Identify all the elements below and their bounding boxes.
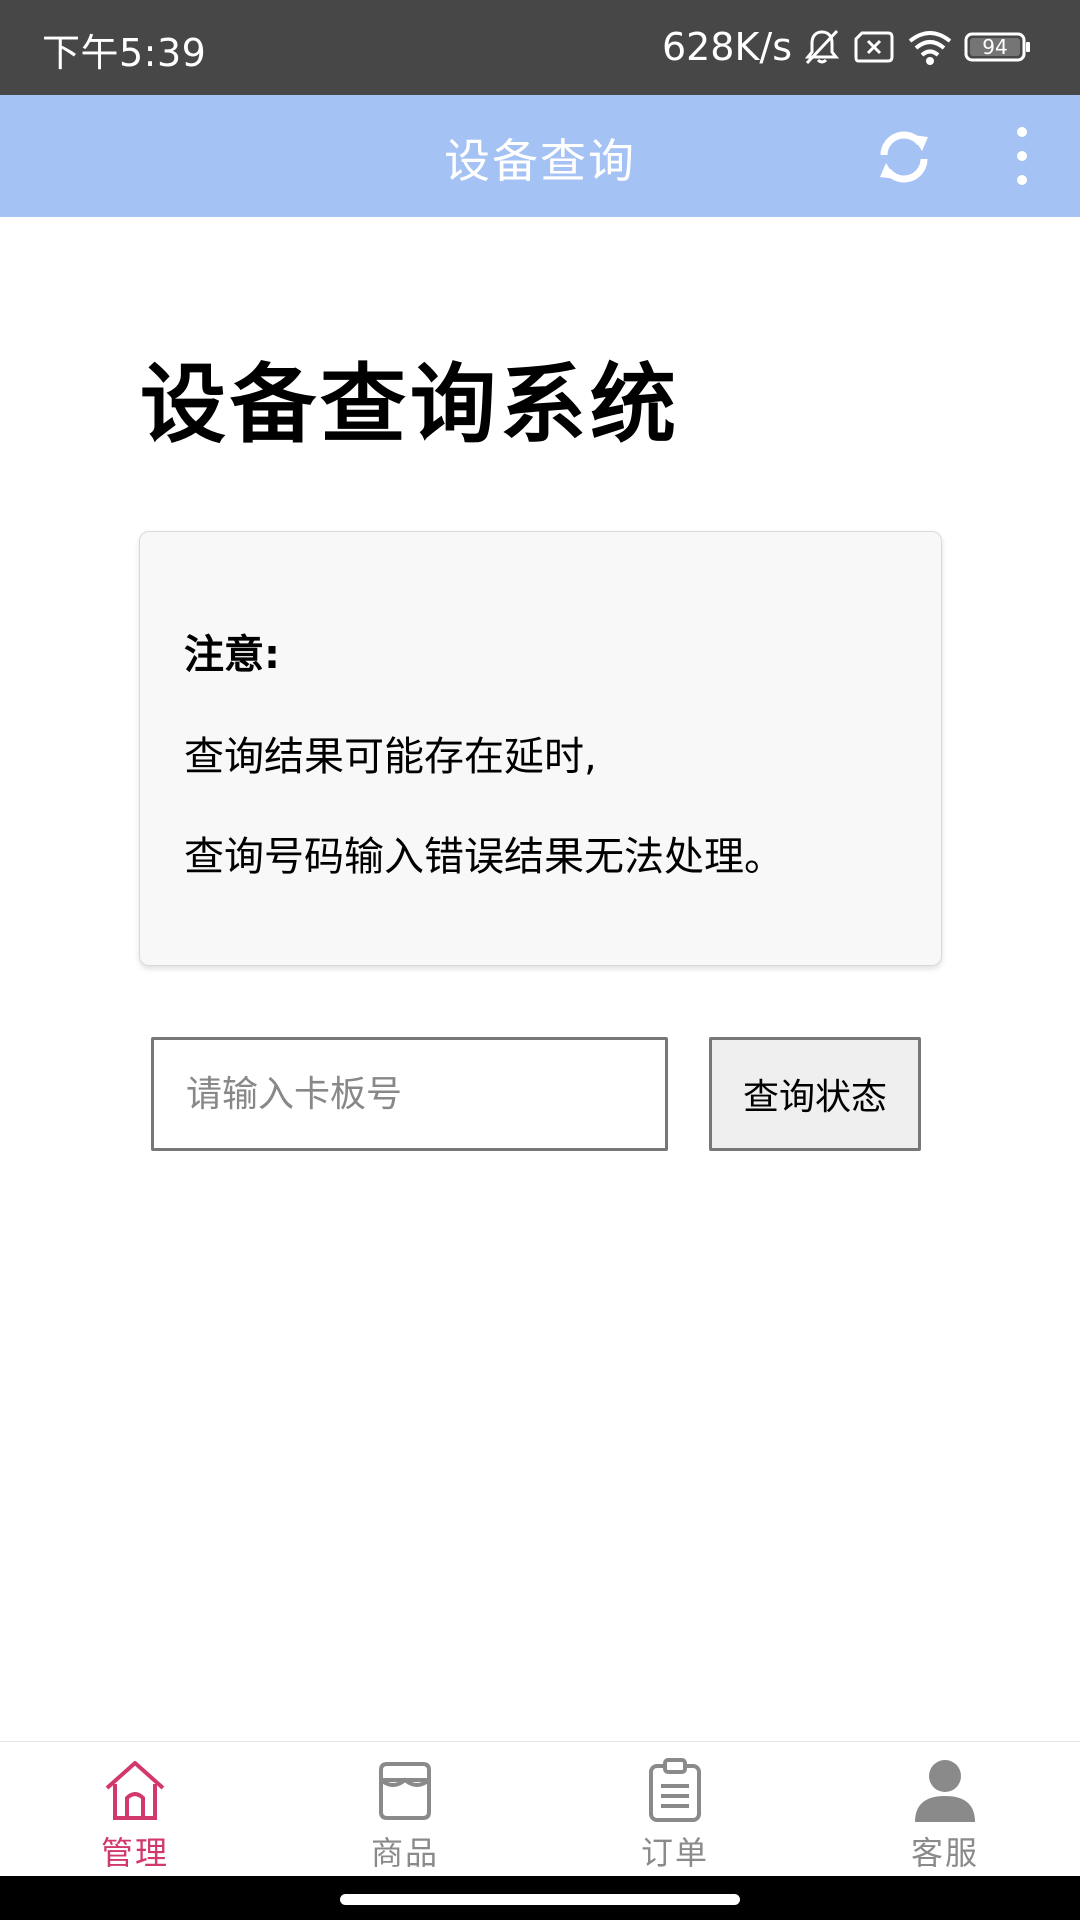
sim-error-icon — [852, 27, 896, 67]
status-time: 下午5:39 — [42, 31, 207, 75]
query-status-button[interactable]: 查询状态 — [709, 1037, 921, 1151]
battery-icon: 94 — [964, 31, 1032, 63]
nav-item-customer-service[interactable]: 客服 — [810, 1742, 1080, 1877]
store-icon — [379, 1762, 431, 1820]
notice-line: 查询结果可能存在延时, — [184, 734, 597, 780]
bell-muted-icon — [802, 27, 842, 67]
page-heading: 设备查询系统 — [140, 355, 680, 455]
refresh-button[interactable] — [872, 125, 936, 189]
nav-item-products[interactable]: 商品 — [270, 1742, 540, 1877]
clipboard-icon — [649, 1758, 701, 1822]
nav-label: 商品 — [370, 1834, 439, 1872]
more-vert-icon — [1000, 127, 1044, 193]
nav-item-manage[interactable]: 管理 — [0, 1742, 270, 1877]
gesture-bar — [0, 1876, 1080, 1920]
notice-card: 注意: 查询结果可能存在延时, 查询号码输入错误结果无法处理。 — [139, 531, 942, 966]
wifi-icon — [906, 27, 954, 67]
status-bar: 下午5:39 628K/s 94 — [0, 0, 1080, 95]
nav-label: 订单 — [640, 1834, 709, 1872]
person-icon — [915, 1760, 975, 1822]
status-indicators: 628K/s 94 — [662, 22, 1032, 72]
refresh-icon — [872, 131, 936, 193]
home-icon — [105, 1761, 165, 1820]
network-speed: 628K/s — [661, 25, 792, 69]
nav-label: 管理 — [100, 1834, 169, 1872]
nav-label: 客服 — [910, 1834, 979, 1872]
more-options-button[interactable] — [1000, 123, 1044, 189]
app-bar: 设备查询 — [0, 95, 1080, 217]
card-number-input[interactable] — [151, 1037, 668, 1151]
home-gesture-handle[interactable] — [340, 1894, 740, 1905]
battery-level: 94 — [982, 35, 1008, 59]
notice-title: 注意: — [184, 632, 280, 678]
nav-item-orders[interactable]: 订单 — [540, 1742, 810, 1877]
bottom-nav: 管理 商品 订单 客服 — [0, 1741, 1080, 1876]
notice-line: 查询号码输入错误结果无法处理。 — [184, 834, 784, 880]
